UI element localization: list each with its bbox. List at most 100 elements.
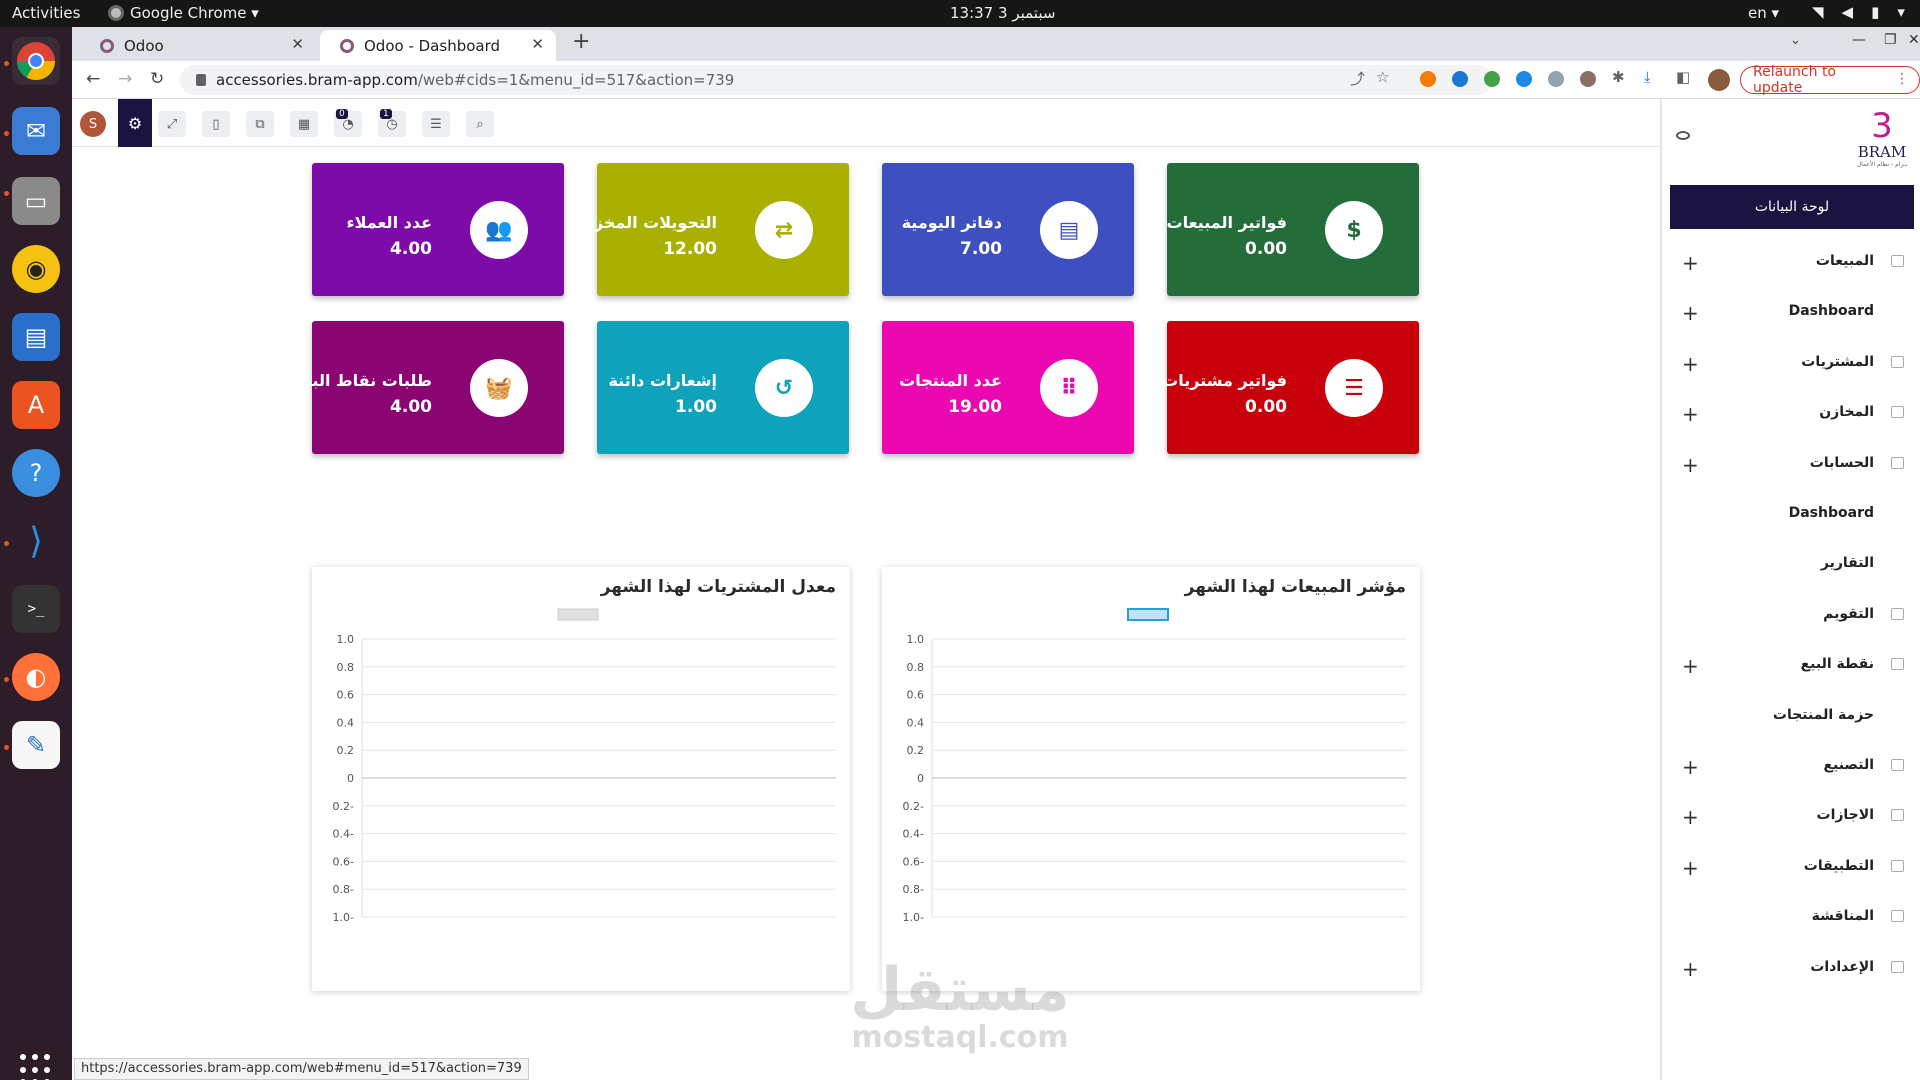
search-icon[interactable]: ⌕ (466, 111, 494, 137)
download-icon[interactable]: ⤓ (1644, 68, 1651, 86)
share-icon[interactable]: ⤴ (1350, 68, 1365, 89)
minimize-icon[interactable]: — (1852, 32, 1866, 48)
sidebar-item[interactable]: + نقطة البيع (1662, 646, 1920, 686)
new-tab-button[interactable]: + (572, 29, 590, 54)
rhythmbox-icon[interactable]: ◉ (12, 245, 60, 293)
clock[interactable]: 13:37 3 سبتمبر (950, 4, 1055, 22)
legend-swatch[interactable] (557, 608, 599, 621)
calculator-icon[interactable]: ▦ (290, 111, 318, 137)
profile-avatar[interactable] (1708, 69, 1730, 91)
sidebar-item-label: حزمة المنتجات (1772, 706, 1874, 723)
sidebar-item[interactable]: التقويم (1662, 596, 1920, 636)
chat-icon[interactable]: 0 ◔ (334, 109, 362, 137)
expand-plus-icon[interactable]: + (1682, 352, 1699, 376)
running-indicator (4, 131, 9, 136)
eye-icon[interactable] (1676, 131, 1690, 140)
sidebar-item[interactable]: + الاجازات (1662, 797, 1920, 837)
extension-icon[interactable] (1548, 71, 1564, 87)
bookmark-star-icon[interactable]: ☆ (1376, 68, 1389, 86)
card-sales-invoices[interactable]: فواتير المبيعات 0.00 $ (1167, 163, 1419, 296)
activities-button[interactable]: Activities (12, 4, 80, 22)
expand-plus-icon[interactable]: + (1682, 805, 1699, 829)
sidebar-item[interactable]: + التصنيع (1662, 747, 1920, 787)
sidebar-item[interactable]: + الإعدادات (1662, 949, 1920, 989)
sidebar-item[interactable]: + المشتريات (1662, 344, 1920, 384)
input-language[interactable]: en ▾ (1748, 4, 1779, 22)
relaunch-button[interactable]: Relaunch to update ⋮ (1740, 64, 1920, 96)
extension-icon[interactable] (1484, 71, 1500, 87)
show-apps-icon[interactable] (20, 1054, 52, 1080)
help-icon[interactable]: ? (12, 449, 60, 497)
expand-plus-icon[interactable]: + (1682, 251, 1699, 275)
card-journals[interactable]: دفاتر اليومية 7.00 ▤ (882, 163, 1134, 296)
card-products[interactable]: عدد المنتجات 19.00 ⠿ (882, 321, 1134, 454)
terminal-icon[interactable]: >_ (12, 585, 60, 633)
expand-plus-icon[interactable]: + (1682, 402, 1699, 426)
menu-item-dashboard-active[interactable]: لوحة البيانات (1670, 185, 1914, 229)
y-tick-label: 1.0- (903, 911, 924, 924)
more-menu-icon[interactable]: ⋮ (1895, 71, 1909, 87)
extension-icon[interactable] (1516, 71, 1532, 87)
maximize-icon[interactable]: ❐ (1884, 32, 1897, 48)
sidebar-item[interactable]: المناقشة (1662, 898, 1920, 938)
window-close-icon[interactable]: ✕ (1908, 32, 1920, 48)
expand-plus-icon[interactable]: + (1682, 453, 1699, 477)
browser-tab-active[interactable]: Odoo - Dashboard ✕ (320, 30, 556, 61)
omnibox[interactable]: accessories.bram-app.com/web#cids=1&menu… (180, 65, 1492, 95)
sidebar-item[interactable]: + Dashboard (1662, 293, 1920, 333)
fullscreen-icon[interactable]: ⤢ (158, 111, 186, 137)
thunderbird-icon[interactable]: ✉ (12, 107, 60, 155)
side-panel-icon[interactable]: ◧ (1676, 68, 1690, 86)
browser-tab[interactable]: Odoo ✕ (80, 30, 316, 61)
puzzle-icon[interactable]: ✱ (1612, 68, 1625, 86)
activity-icon[interactable]: 1 ◷ (378, 109, 406, 137)
writer-icon[interactable]: ▤ (12, 313, 60, 361)
extension-icon[interactable] (1420, 71, 1436, 87)
bookmark-icon[interactable]: ▯ (202, 111, 230, 137)
firefox-icon[interactable]: ◐ (12, 653, 60, 701)
card-pos-orders[interactable]: طلبات نقاط البيع 4.00 🧺 (295, 321, 564, 454)
sidebar-item[interactable]: + المبيعات (1662, 243, 1920, 283)
user-avatar[interactable]: S (80, 111, 106, 137)
back-arrow-icon[interactable]: ← (86, 69, 100, 89)
sidebar-item[interactable]: Dashboard (1662, 495, 1920, 535)
card-stock-transfers[interactable]: التحويلات المخزنية 12.00 ⇄ (572, 163, 849, 296)
sidebar-item[interactable]: + التطبيقات (1662, 848, 1920, 888)
odoo-toolbar: S ⚙ ⤢ ▯ ⧉ ▦ 0 ◔ 1 ◷ ☰ ⌕ (72, 99, 1660, 147)
legend-swatch[interactable] (1127, 608, 1169, 621)
forward-arrow-icon[interactable]: → (118, 69, 132, 89)
vscode-icon[interactable]: ⟩ (12, 517, 60, 565)
card-credit-notes[interactable]: إشعارات دائنة 1.00 ↺ (597, 321, 849, 454)
copy-icon[interactable]: ⧉ (246, 111, 274, 137)
card-value: 0.00 (1245, 397, 1287, 417)
tab-strip: Odoo ✕ Odoo - Dashboard ✕ + ⌄ — ❐ ✕ (72, 27, 1920, 61)
reload-icon[interactable]: ↻ (150, 69, 164, 89)
extension-icon[interactable] (1580, 71, 1596, 87)
odoo-favicon-icon (100, 38, 114, 53)
tab-search-icon[interactable]: ⌄ (1790, 33, 1801, 48)
software-icon[interactable]: A (12, 381, 60, 429)
list-icon[interactable]: ☰ (422, 111, 450, 137)
text-editor-icon[interactable]: ✎ (12, 721, 60, 769)
chrome-icon[interactable] (12, 37, 60, 85)
sidebar-item[interactable]: حزمة المنتجات (1662, 697, 1920, 737)
settings-icon[interactable]: ⚙ (118, 99, 152, 147)
expand-plus-icon[interactable]: + (1682, 856, 1699, 880)
sidebar-item[interactable]: + الحسابات (1662, 445, 1920, 485)
sidebar-item[interactable]: + المخازن (1662, 394, 1920, 434)
sidebar-item[interactable]: التقارير (1662, 545, 1920, 585)
app-menu[interactable]: Google Chrome ▾ (108, 4, 259, 22)
files-icon[interactable]: ▭ (12, 177, 60, 225)
y-tick-label: 1.0- (333, 911, 354, 924)
expand-plus-icon[interactable]: + (1682, 654, 1699, 678)
close-icon[interactable]: ✕ (531, 35, 544, 53)
expand-plus-icon[interactable]: + (1682, 755, 1699, 779)
card-purchase-invoices[interactable]: فواتير مشتريات 0.00 ☰ (1162, 321, 1419, 454)
undo-icon: ↺ (755, 359, 813, 417)
system-tray[interactable]: ◥ ◀ ▮ ▾ (1812, 3, 1905, 21)
close-icon[interactable]: ✕ (291, 35, 304, 53)
expand-plus-icon[interactable]: + (1682, 301, 1699, 325)
card-customers[interactable]: عدد العملاء 4.00 👥 (312, 163, 564, 296)
extension-icon[interactable] (1452, 71, 1468, 87)
expand-plus-icon[interactable]: + (1682, 957, 1699, 981)
